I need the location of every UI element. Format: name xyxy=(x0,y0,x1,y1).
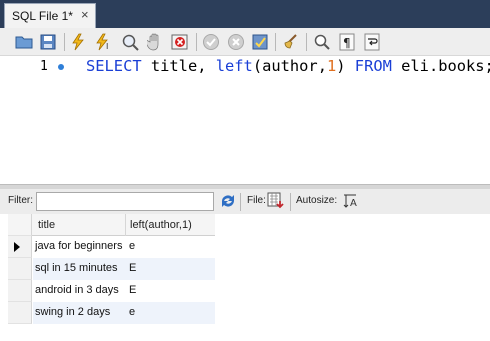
cell-left-author[interactable]: E xyxy=(129,262,136,274)
column-header-left-author[interactable]: left(author,1) xyxy=(130,219,192,231)
editor-tab-strip: SQL File 1* × xyxy=(0,0,490,28)
execute-icon[interactable] xyxy=(68,32,88,52)
number-literal: 1 xyxy=(326,57,337,75)
cell-title[interactable]: swing in 2 days xyxy=(35,306,110,318)
row-header[interactable] xyxy=(8,236,32,258)
cell-left-author[interactable]: E xyxy=(129,284,136,296)
sql-editor-toolbar: I ¶ xyxy=(0,28,490,56)
row-header[interactable] xyxy=(8,302,32,324)
autocommit-icon[interactable] xyxy=(250,32,270,52)
code-text: title, xyxy=(141,57,216,75)
stop-hand-icon[interactable] xyxy=(145,32,165,52)
file-label: File: xyxy=(247,195,266,206)
line-number: 1 xyxy=(40,59,48,74)
wrap-lines-icon[interactable] xyxy=(362,32,382,52)
keyword-select: SELECT xyxy=(86,57,142,75)
commit-icon[interactable] xyxy=(201,32,221,52)
grid-empty-area xyxy=(0,326,490,341)
save-icon[interactable] xyxy=(38,32,58,52)
filter-input[interactable] xyxy=(36,192,214,211)
close-tab-icon[interactable]: × xyxy=(81,8,89,22)
toolbar-separator xyxy=(196,33,197,51)
keyword-left: left xyxy=(215,57,253,75)
cell-left-author[interactable]: e xyxy=(129,306,135,318)
toolbar-separator xyxy=(275,33,276,51)
statement-marker-icon xyxy=(58,64,64,70)
svg-text:¶: ¶ xyxy=(343,36,351,50)
toolbar-separator xyxy=(240,193,241,211)
current-row-arrow-icon xyxy=(14,242,20,252)
beautify-broom-icon[interactable] xyxy=(281,32,301,52)
svg-text:A: A xyxy=(350,198,357,209)
refresh-icon[interactable] xyxy=(218,191,238,211)
sql-statement[interactable]: SELECT title, left(author,1) FROM eli.bo… xyxy=(86,57,490,75)
tab-sql-file-1[interactable]: SQL File 1* × xyxy=(4,3,96,28)
open-folder-icon[interactable] xyxy=(14,32,34,52)
row-header[interactable] xyxy=(8,258,32,280)
execute-current-icon[interactable]: I xyxy=(94,32,114,52)
result-grid-toolbar: Filter: File: Autosize: A xyxy=(0,189,490,214)
svg-text:I: I xyxy=(106,42,108,51)
table-row[interactable]: java for beginners e xyxy=(8,236,215,258)
code-text: eli.books; xyxy=(391,57,490,75)
export-file-icon[interactable] xyxy=(266,191,286,211)
autosize-label: Autosize: xyxy=(296,195,338,206)
table-row[interactable]: android in 3 days E xyxy=(8,280,215,302)
column-header-title[interactable]: title xyxy=(38,219,55,231)
keyword-from: FROM xyxy=(354,57,392,75)
tab-label: SQL File 1* xyxy=(12,9,73,23)
find-icon[interactable] xyxy=(312,32,332,52)
grid-header: title left(author,1) xyxy=(8,214,215,236)
toggle-error-icon[interactable] xyxy=(170,32,190,52)
header-corner xyxy=(8,214,32,236)
filter-label: Filter: xyxy=(8,195,33,206)
cell-title[interactable]: java for beginners xyxy=(35,240,122,252)
toolbar-separator xyxy=(306,33,307,51)
toolbar-separator xyxy=(64,33,65,51)
autosize-icon[interactable]: A xyxy=(340,191,360,211)
column-divider[interactable] xyxy=(125,214,126,236)
explain-icon[interactable] xyxy=(120,32,140,52)
result-grid[interactable]: title left(author,1) java for beginners … xyxy=(8,214,215,326)
cell-title[interactable]: sql in 15 minutes xyxy=(35,262,118,274)
grid-left-margin xyxy=(0,214,8,326)
invisible-chars-icon[interactable]: ¶ xyxy=(337,32,357,52)
cell-title[interactable]: android in 3 days xyxy=(35,284,119,296)
rollback-icon[interactable] xyxy=(226,32,246,52)
table-row[interactable]: swing in 2 days e xyxy=(8,302,215,324)
line-gutter: 1 xyxy=(0,56,78,184)
table-row[interactable]: sql in 15 minutes E xyxy=(8,258,215,280)
row-header[interactable] xyxy=(8,280,32,302)
cell-left-author[interactable]: e xyxy=(129,240,135,252)
sql-editor[interactable]: 1 SELECT title, left(author,1) FROM eli.… xyxy=(0,56,490,184)
code-text: (author, xyxy=(252,57,327,75)
toolbar-separator xyxy=(290,193,291,211)
code-text: ) xyxy=(336,57,355,75)
